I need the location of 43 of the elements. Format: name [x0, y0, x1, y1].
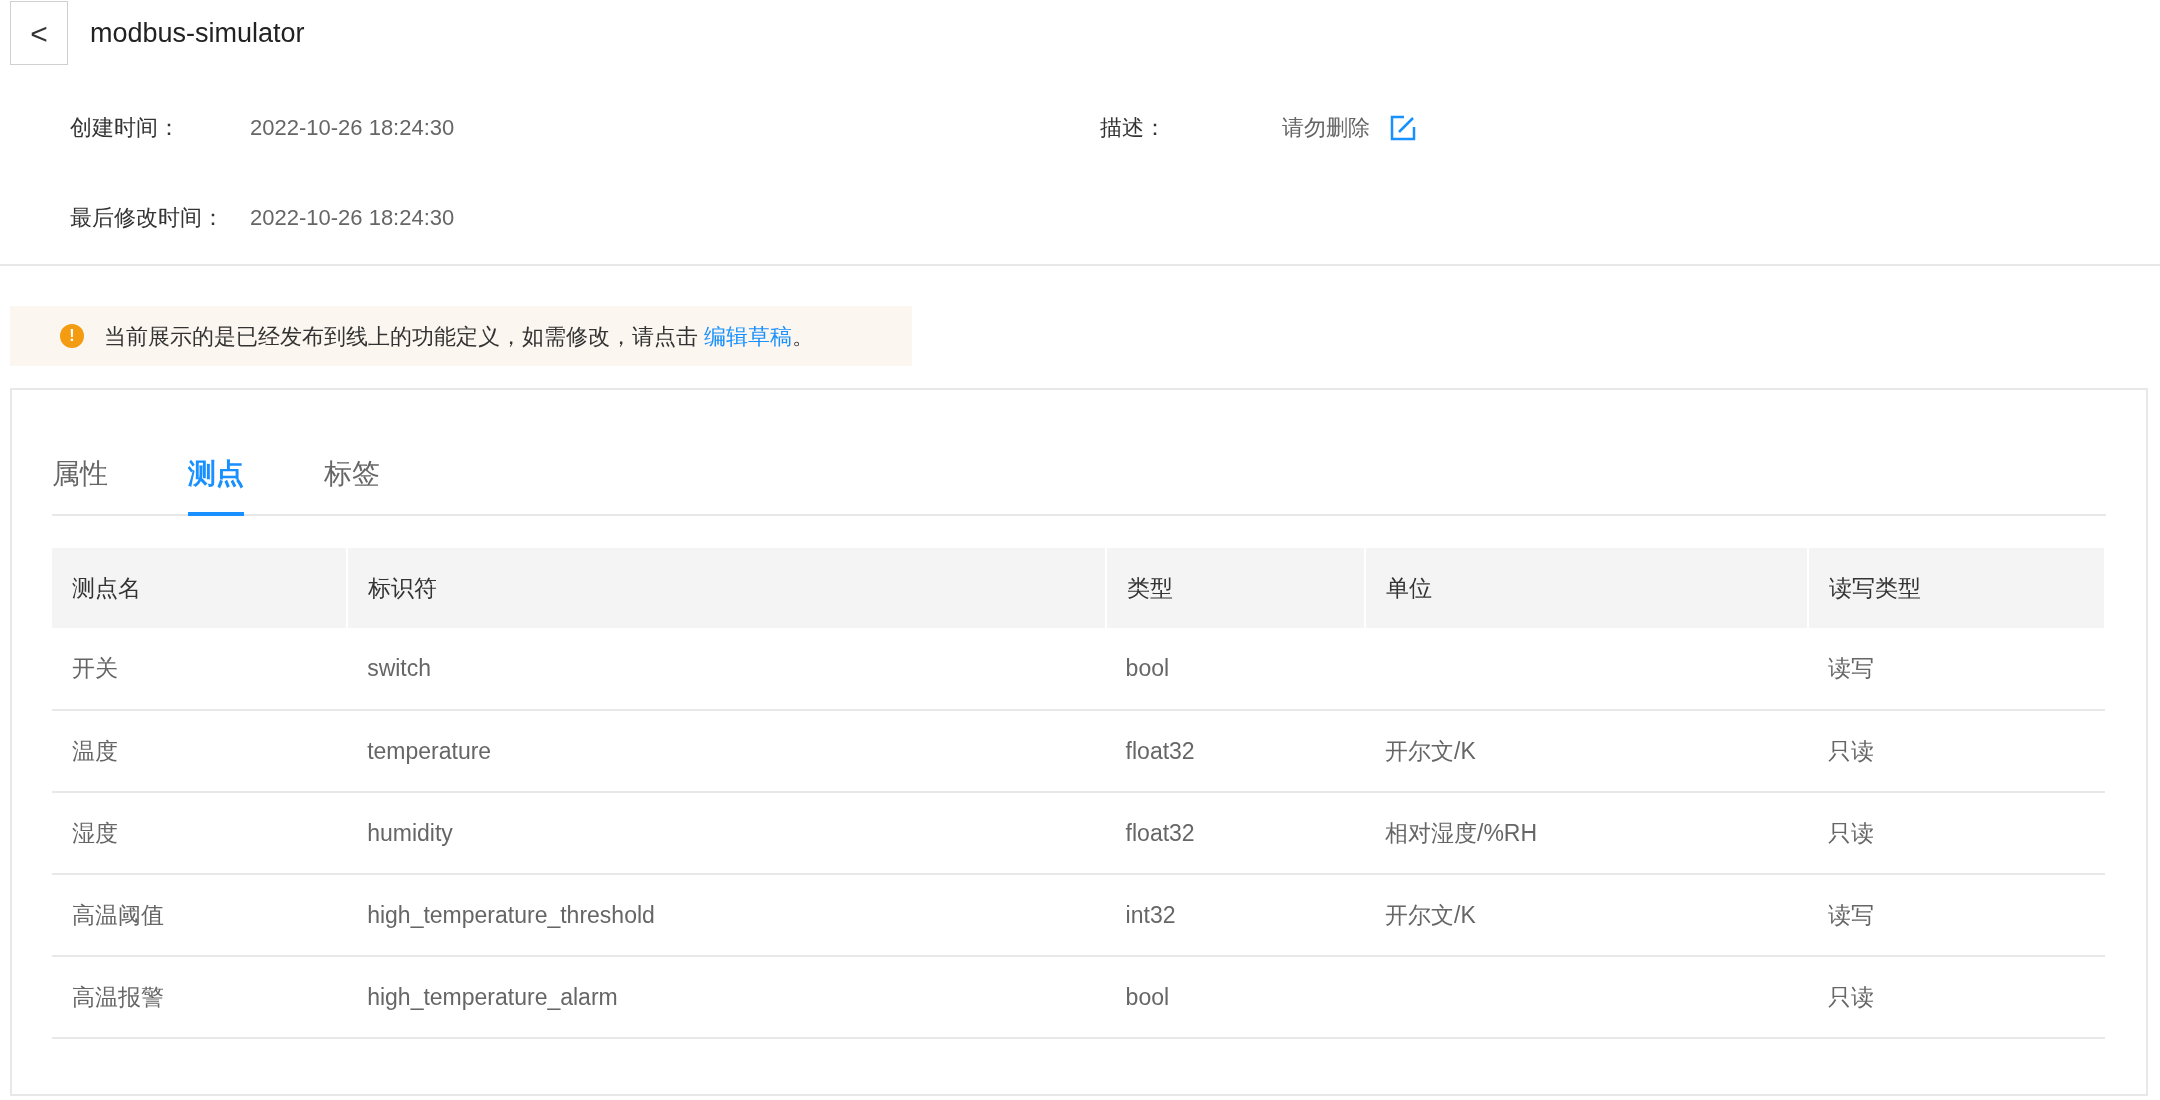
table-cell: bool [1125, 983, 1170, 1010]
column-header: 类型 [1105, 548, 1365, 628]
table-cell: 读写 [1827, 901, 1874, 928]
tab[interactable]: 属性 [52, 446, 108, 516]
edit-icon[interactable] [1390, 114, 1416, 141]
notice-text: 当前展示的是已经发布到线上的功能定义，如需修改，请点击 编辑草稿。 [104, 322, 815, 351]
table-cell: float32 [1125, 819, 1195, 846]
table-cell: high_temperature_threshold [367, 901, 655, 928]
table-cell: bool [1125, 655, 1170, 682]
column-header: 标识符 [347, 548, 1106, 628]
field-label: 创建时间： [70, 114, 180, 142]
page-title: modbus-simulator [90, 16, 305, 50]
field-label: 最后修改时间： [70, 204, 224, 232]
table-cell: 湿度 [72, 819, 118, 846]
table-cell: switch [367, 655, 432, 682]
tab[interactable]: 测点 [188, 446, 244, 516]
table-cell: 读写 [1827, 655, 1874, 682]
table-cell: temperature [367, 737, 492, 764]
table-cell: high_temperature_alarm [367, 983, 618, 1010]
column-header: 测点名 [52, 548, 348, 628]
table-cell: 开尔文/K [1385, 737, 1476, 764]
table-cell: 开尔文/K [1385, 901, 1476, 928]
table-cell: int32 [1125, 901, 1176, 928]
edit-draft-link[interactable]: 编辑草稿 [704, 323, 793, 349]
table-cell: humidity [367, 819, 453, 846]
table-cell: 高温阈值 [72, 901, 164, 928]
field-value: 请勿删除 [1282, 114, 1370, 142]
table-cell: 只读 [1827, 737, 1874, 764]
table-cell: 只读 [1827, 819, 1874, 846]
tab[interactable]: 标签 [324, 446, 380, 516]
field-label: 描述： [1100, 114, 1166, 142]
column-header: 单位 [1365, 548, 1808, 628]
table-cell: 只读 [1827, 983, 1874, 1010]
field-value: 2022-10-26 18:24:30 [250, 114, 455, 142]
field-value: 2022-10-26 18:24:30 [250, 204, 455, 232]
table-cell: float32 [1125, 737, 1195, 764]
table-cell: 高温报警 [72, 983, 164, 1010]
table-cell: 开关 [72, 655, 118, 682]
column-header: 读写类型 [1807, 548, 2105, 628]
table-cell: 相对湿度/%RH [1385, 819, 1538, 846]
back-button[interactable]: < [10, 1, 68, 65]
warning-icon: ! [60, 324, 84, 348]
table-cell: 温度 [72, 737, 118, 764]
